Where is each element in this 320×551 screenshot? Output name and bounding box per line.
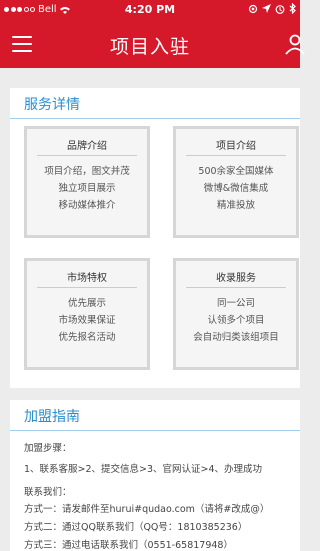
service-card-market[interactable]: 市场特权 优先展示 市场效果保证 优先报名活动: [24, 258, 150, 370]
card-line: 同一公司: [216, 298, 255, 309]
card-title: 市场特权: [67, 273, 107, 284]
user-icon[interactable]: [284, 33, 306, 55]
location-icon: [262, 4, 271, 13]
card-line: 项目介绍，图文并茂: [44, 166, 130, 177]
card-line: 500余家全国媒体: [198, 166, 274, 177]
card-title: 品牌介绍: [67, 141, 107, 152]
card-description: 同一公司 认领多个项目 会自动归类该组项目: [176, 295, 296, 346]
card-title: 项目介绍: [216, 141, 256, 152]
card-divider: [186, 287, 286, 288]
alarm-icon: [275, 4, 285, 14]
steps-label: 加盟步骤：: [24, 443, 72, 454]
card-line: 认领多个项目: [207, 315, 265, 326]
service-card-brand[interactable]: 品牌介绍 项目介绍，图文并茂 独立项目展示 移动媒体推介: [24, 126, 150, 238]
card-line: 会自动归类该组项目: [193, 332, 279, 343]
contact-method-phone[interactable]: 方式三：通过电话联系我们（0551-65817948）: [24, 537, 233, 551]
section-title: 服务详情: [24, 97, 80, 113]
card-description: 优先展示 市场效果保证 优先报名活动: [27, 295, 147, 346]
join-guide-section: 加盟指南 加盟步骤： 1、联系客服>2、提交信息>3、官网认证>4、办理成功 联…: [10, 400, 300, 551]
card-line: 优先报名活动: [58, 332, 116, 343]
page-title: 项目入驻: [109, 36, 190, 58]
orientation-lock-icon: [248, 4, 258, 13]
contact-method-qq[interactable]: 方式二：通过QQ联系我们（QQ号：1810385236）: [24, 519, 247, 533]
card-divider: [186, 155, 286, 156]
contact-label: 联系我们：: [24, 487, 72, 498]
steps-text: 1、联系客服>2、提交信息>3、官网认证>4、办理成功: [24, 464, 263, 475]
section-divider: [10, 430, 300, 431]
card-line: 微博&微信集成: [203, 183, 269, 194]
section-divider: [10, 118, 300, 119]
service-card-project[interactable]: 项目介绍 500余家全国媒体 微博&微信集成 精准投放: [173, 126, 299, 238]
card-line: 市场效果保证: [58, 315, 116, 326]
status-bar: Bell 4:20 PM: [0, 0, 300, 20]
card-title: 收录服务: [216, 273, 256, 284]
service-card-inclusion[interactable]: 收录服务 同一公司 认领多个项目 会自动归类该组项目: [173, 258, 299, 370]
card-description: 500余家全国媒体 微博&微信集成 精准投放: [176, 163, 296, 214]
card-divider: [37, 287, 137, 288]
service-details-section: 服务详情 品牌介绍 项目介绍，图文并茂 独立项目展示 移动媒体推介 项目介绍 5…: [10, 88, 300, 388]
section-title: 加盟指南: [24, 409, 80, 425]
card-line: 精准投放: [216, 200, 255, 211]
card-line: 独立项目展示: [58, 183, 116, 194]
card-divider: [37, 155, 137, 156]
navigation-bar: 项目入驻: [0, 20, 305, 68]
bluetooth-icon: [289, 3, 296, 14]
card-line: 优先展示: [67, 298, 106, 309]
card-description: 项目介绍，图文并茂 独立项目展示 移动媒体推介: [27, 163, 147, 214]
contact-method-email[interactable]: 方式一：请发邮件至hurui#qudao.com（请将#改成@）: [24, 501, 269, 515]
card-line: 移动媒体推介: [58, 200, 116, 211]
status-icons: [248, 3, 296, 14]
